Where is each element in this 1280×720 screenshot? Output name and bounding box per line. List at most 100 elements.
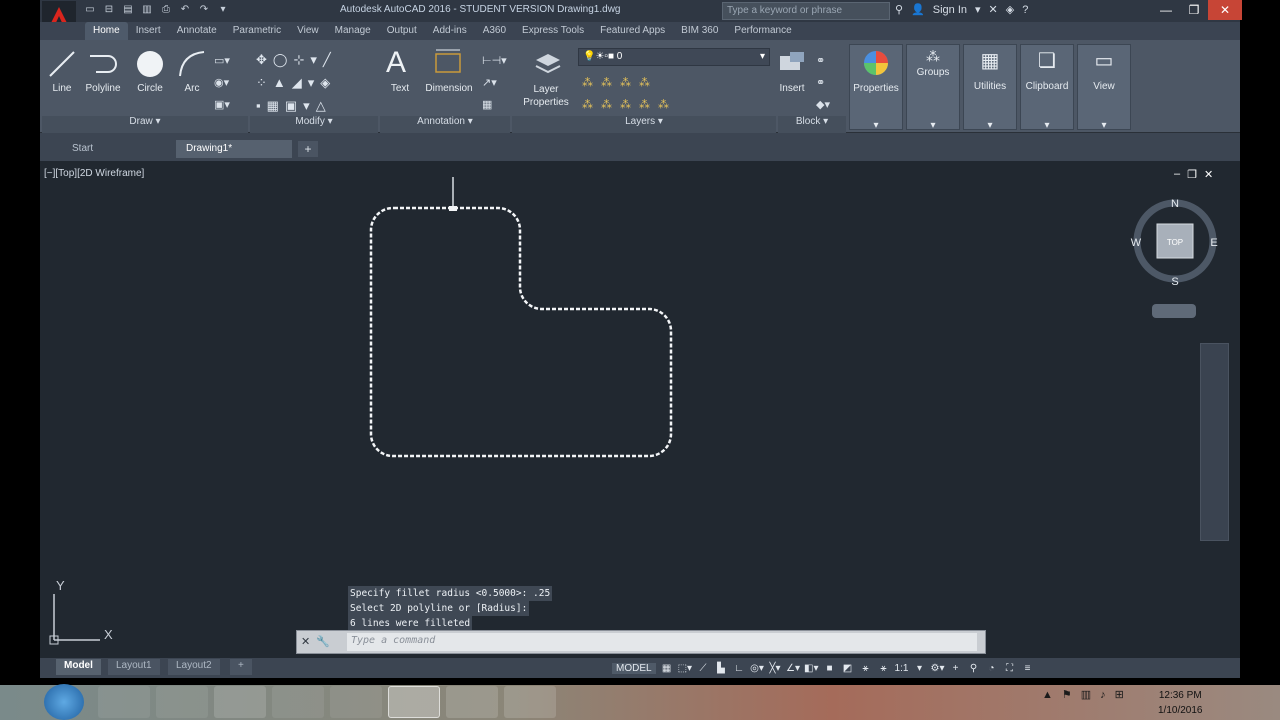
compass-e[interactable]: E xyxy=(1210,237,1217,249)
osnap-icon[interactable]: ∠▾ xyxy=(786,663,800,674)
tab-home[interactable]: Home xyxy=(85,22,128,40)
workspace-dropdown-icon[interactable]: ▾ xyxy=(215,3,231,17)
line-tool[interactable]: Line xyxy=(46,83,78,94)
tab-featured-apps[interactable]: Featured Apps xyxy=(592,22,673,40)
layers-panel-title[interactable]: Layers ▾ xyxy=(512,116,776,133)
tab-add-ins[interactable]: Add-ins xyxy=(425,22,475,40)
volume-icon[interactable]: ♪ xyxy=(1100,689,1106,701)
customize-icon[interactable]: 🔧 xyxy=(316,635,330,648)
polar-icon[interactable]: ◎▾ xyxy=(750,663,764,674)
insert-button[interactable]: Insert xyxy=(772,83,812,94)
grid-icon[interactable]: ▦ xyxy=(660,663,674,674)
modify-panel-title[interactable]: Modify ▾ xyxy=(250,116,378,133)
block-panel-title[interactable]: Block ▾ xyxy=(778,116,846,133)
workspace-gear-icon[interactable]: ⚙▾ xyxy=(931,663,945,674)
annotation-small-tools[interactable]: ⊢⊣▾ ↗▾ ▦ xyxy=(482,50,507,116)
tab-insert[interactable]: Insert xyxy=(128,22,169,40)
dimension-tool[interactable]: Dimension xyxy=(420,83,478,94)
close-button[interactable]: ✕ xyxy=(1208,0,1242,20)
network-icon[interactable]: ▥ xyxy=(1081,688,1091,701)
annotation-visibility-icon[interactable]: ⚹ xyxy=(859,663,873,674)
tab-layout2[interactable]: Layout2 xyxy=(168,659,220,675)
windows-icon[interactable]: ⊞ xyxy=(1115,688,1124,701)
taskbar-media[interactable] xyxy=(272,686,324,718)
arc-tool[interactable]: Arc xyxy=(176,83,208,94)
close-command-icon[interactable]: ✕ xyxy=(301,635,310,648)
tray-expand-icon[interactable]: ▲ xyxy=(1042,689,1053,701)
autoscale-icon[interactable]: ⚹ xyxy=(877,663,891,674)
flag-icon[interactable]: ⚑ xyxy=(1062,688,1072,701)
utilities-expand-icon[interactable]: ▾ xyxy=(963,120,1017,131)
sign-in-button[interactable]: Sign In xyxy=(933,4,967,16)
properties-expand-icon[interactable]: ▾ xyxy=(849,120,903,131)
search-input[interactable]: Type a keyword or phrase xyxy=(722,2,890,20)
taskbar-app-1[interactable] xyxy=(98,686,150,718)
isodraft-icon[interactable]: ╳▾ xyxy=(768,663,782,674)
isolate-icon[interactable]: ◔ xyxy=(985,663,999,674)
binoculars-icon[interactable]: ⚲ xyxy=(895,3,903,16)
navigation-bar[interactable] xyxy=(1200,343,1229,541)
undo-icon[interactable]: ↶ xyxy=(177,3,193,17)
viewcube-top[interactable]: TOP xyxy=(1167,238,1183,247)
tab-drawing1[interactable]: Drawing1* xyxy=(176,140,292,158)
scale-dropdown-icon[interactable]: ▾ xyxy=(913,663,927,674)
taskbar-notes[interactable] xyxy=(446,686,498,718)
start-button[interactable] xyxy=(44,684,84,720)
sign-in-dropdown-icon[interactable]: ▾ xyxy=(975,3,981,16)
open-icon[interactable]: ⊟ xyxy=(101,3,117,17)
new-tab-button[interactable]: + xyxy=(298,141,318,157)
polyline-tool[interactable]: Polyline xyxy=(80,83,126,94)
tab-bim360[interactable]: BIM 360 xyxy=(673,22,726,40)
tab-output[interactable]: Output xyxy=(379,22,425,40)
help-icon[interactable]: ? xyxy=(1022,4,1028,16)
modify-tools[interactable]: ✥◯⊹▾╱ ⁘▲◢▾◈ ▪▦▣▾△ xyxy=(256,48,337,117)
draw-panel-title[interactable]: Draw ▾ xyxy=(42,116,248,133)
annotation-scale-button[interactable]: 1:1 xyxy=(895,663,909,674)
model-space-button[interactable]: MODEL xyxy=(612,662,656,674)
snap-icon[interactable]: ⬚▾ xyxy=(678,663,692,674)
taskbar-chrome[interactable] xyxy=(330,686,382,718)
circle-tool[interactable]: Circle xyxy=(130,83,170,94)
lineweight-icon[interactable]: ◧▾ xyxy=(804,663,818,674)
taskbar-ie[interactable] xyxy=(156,686,208,718)
layer-properties-button[interactable]: Layer Properties xyxy=(518,83,574,109)
draw-small-tools[interactable]: ▭▾ ◉▾ ▣▾ xyxy=(214,50,244,116)
viewcube[interactable]: TOP N S E W xyxy=(1128,194,1224,290)
text-tool[interactable]: Text xyxy=(384,83,416,94)
a360-icon[interactable]: ◈ xyxy=(1006,3,1014,16)
add-layout-button[interactable]: + xyxy=(230,659,252,675)
plot-icon[interactable]: ⎙ xyxy=(158,3,174,17)
transparency-icon[interactable]: ■ xyxy=(823,663,837,674)
redo-icon[interactable]: ↷ xyxy=(196,3,212,17)
compass-n[interactable]: N xyxy=(1171,198,1179,210)
wcs-menu[interactable] xyxy=(1152,304,1196,318)
new-icon[interactable]: ▭ xyxy=(82,3,98,17)
infer-icon[interactable]: ⟋ xyxy=(696,663,710,674)
layer-small-tools[interactable]: ⁂⁂⁂⁂ ⁂⁂⁂⁂⁂ xyxy=(582,72,677,116)
layer-dropdown[interactable]: 💡☀▫■ 0 ▾ xyxy=(578,48,770,66)
tab-start[interactable]: Start xyxy=(62,140,172,158)
tab-express-tools[interactable]: Express Tools xyxy=(514,22,592,40)
annotation-panel-title[interactable]: Annotation ▾ xyxy=(380,116,510,133)
tab-manage[interactable]: Manage xyxy=(327,22,379,40)
save-icon[interactable]: ▤ xyxy=(120,3,136,17)
ortho-icon[interactable]: ∟ xyxy=(732,663,746,674)
tab-layout1[interactable]: Layout1 xyxy=(108,659,160,675)
exchange-icon[interactable]: ✕ xyxy=(989,3,998,16)
compass-s[interactable]: S xyxy=(1171,276,1178,288)
taskbar-clock[interactable]: 12:36 PM 1/10/2016 xyxy=(1158,688,1203,718)
selection-cycling-icon[interactable]: ◩ xyxy=(841,663,855,674)
viewport-minimize-icon[interactable]: – xyxy=(1174,168,1180,181)
clipboard-expand-icon[interactable]: ▾ xyxy=(1020,120,1074,131)
taskbar-autocad[interactable] xyxy=(388,686,440,718)
block-small-tools[interactable]: ⚭ ⚭ ◆▾ xyxy=(816,50,830,116)
dynamic-input-icon[interactable]: ▙ xyxy=(714,663,728,674)
groups-expand-icon[interactable]: ▾ xyxy=(906,120,960,131)
units-icon[interactable]: ⚲ xyxy=(967,663,981,674)
minimize-button[interactable]: — xyxy=(1152,0,1180,20)
maximize-button[interactable]: ❐ xyxy=(1180,0,1208,20)
customize-status-icon[interactable]: ≡ xyxy=(1021,663,1035,674)
taskbar-recorder[interactable] xyxy=(504,686,556,718)
tab-a360[interactable]: A360 xyxy=(475,22,514,40)
tab-parametric[interactable]: Parametric xyxy=(225,22,289,40)
